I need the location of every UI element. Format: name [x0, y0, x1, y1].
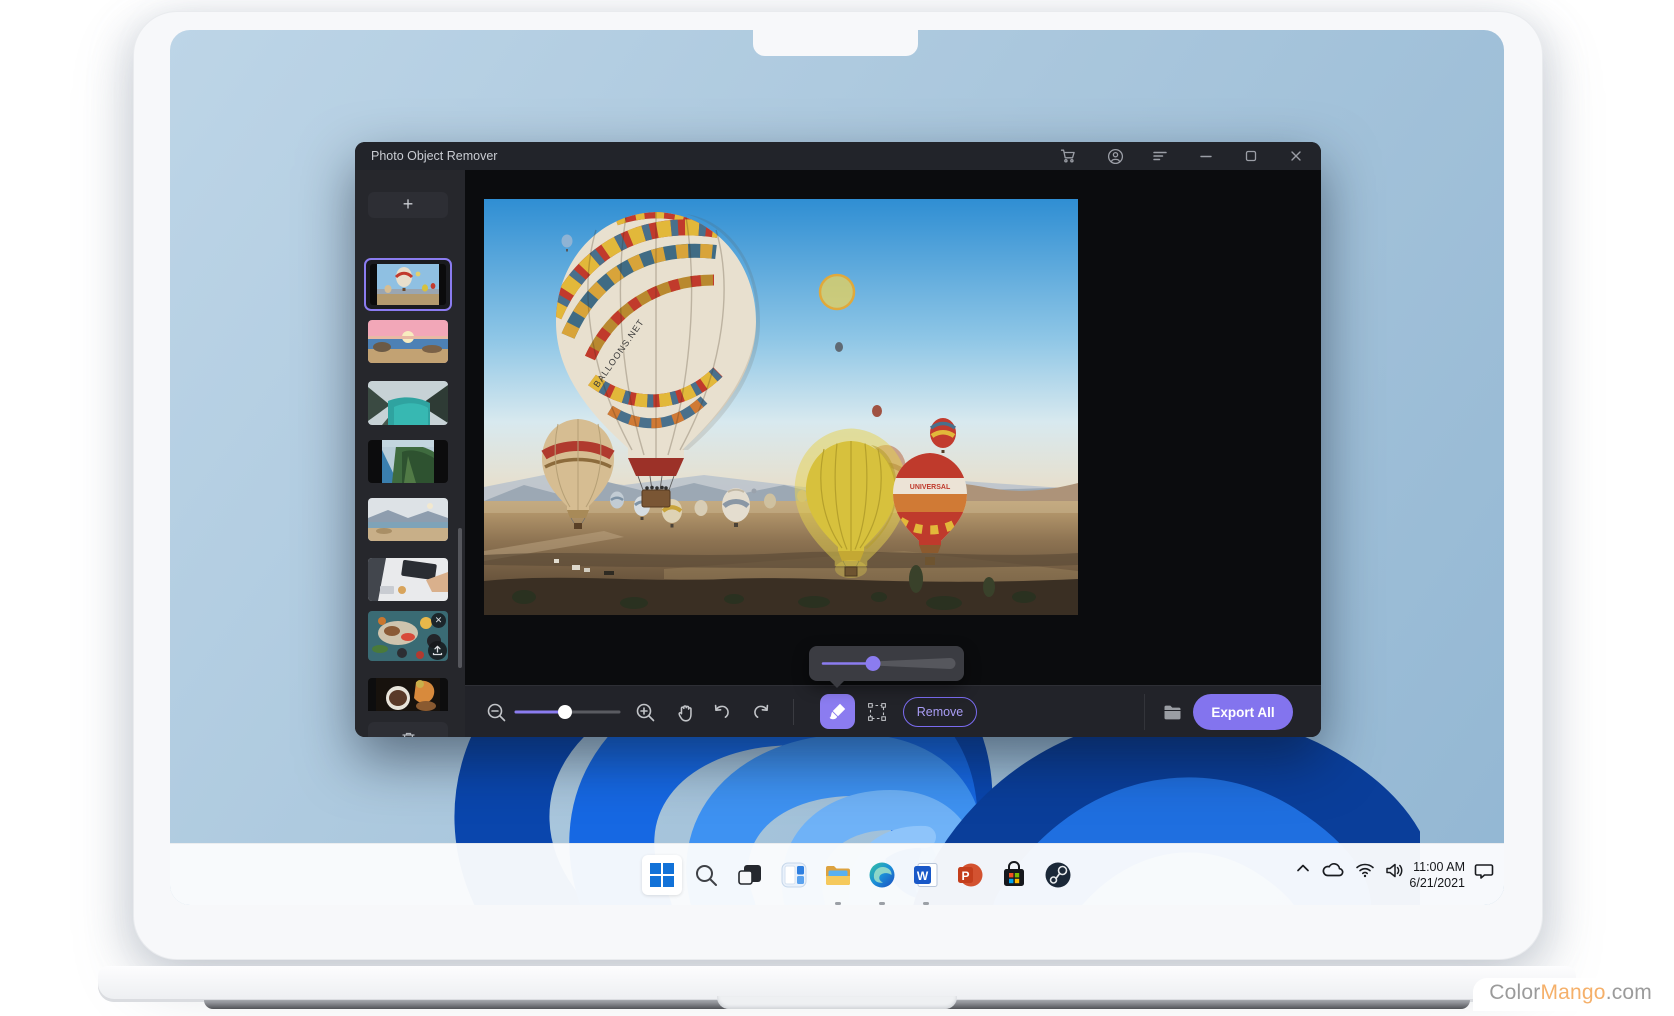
tray-time: 11:00 AM	[1390, 859, 1465, 875]
windows-taskbar: W P	[170, 843, 1504, 905]
microsoft-store-icon[interactable]	[994, 855, 1034, 895]
toolbar-divider	[793, 699, 794, 725]
remove-button[interactable]: Remove	[903, 697, 977, 727]
widgets-icon[interactable]	[774, 855, 814, 895]
zoom-slider[interactable]	[512, 701, 623, 723]
brush-tool-button[interactable]	[820, 694, 855, 729]
close-icon[interactable]	[1287, 147, 1305, 165]
delete-image-button[interactable]	[368, 722, 448, 737]
task-view-icon[interactable]	[730, 855, 770, 895]
svg-text:W: W	[917, 869, 929, 883]
onedrive-cloud-icon[interactable]	[1321, 862, 1345, 878]
minimize-icon[interactable]	[1197, 147, 1215, 165]
svg-text:P: P	[961, 869, 969, 883]
thumbnail-mountain-lake[interactable]	[368, 381, 448, 425]
thumbnail-food-bowl[interactable]	[368, 678, 448, 711]
zoom-in-icon[interactable]	[633, 700, 657, 724]
watermark-com: .com	[1606, 981, 1652, 1004]
taskbar-clock[interactable]: 11:00 AM 6/21/2021	[1390, 859, 1465, 891]
running-indicator-word	[923, 902, 929, 905]
universal-balloon-text: UNIVERSAL	[910, 484, 951, 491]
photo-object-remover-window: Photo Object Remover	[355, 142, 1321, 737]
marquee-select-icon[interactable]	[865, 701, 889, 723]
thumbnail-upload-icon[interactable]	[428, 641, 447, 660]
running-indicator-edge	[879, 902, 885, 905]
colormango-watermark: ColorMango.com	[1473, 978, 1666, 1011]
account-icon[interactable]	[1106, 147, 1124, 165]
tray-chevron-icon[interactable]	[1295, 862, 1311, 874]
window-title: Photo Object Remover	[371, 142, 497, 170]
watermark-color: Color	[1489, 981, 1540, 1004]
watermark-mango: Mango	[1540, 981, 1605, 1004]
powerpoint-icon[interactable]: P	[950, 855, 990, 895]
bottom-toolbar: Remove Export All	[465, 685, 1321, 737]
titlebar: Photo Object Remover	[355, 142, 1321, 170]
tooltip-pointer	[829, 680, 845, 688]
undo-icon[interactable]	[711, 700, 733, 724]
steam-icon[interactable]	[1038, 855, 1078, 895]
laptop-screen: Photo Object Remover	[170, 30, 1504, 905]
search-icon[interactable]	[686, 855, 726, 895]
thumbnail-sunset-beach[interactable]	[368, 320, 448, 363]
laptop-base-notch	[717, 996, 957, 1009]
balloon-photo[interactable]: BALLOONS.NET	[484, 199, 1078, 615]
brush-size-slider[interactable]	[809, 646, 964, 681]
wifi-icon[interactable]	[1355, 862, 1375, 878]
zoom-out-icon[interactable]	[484, 700, 508, 724]
brush-size-tooltip	[809, 646, 964, 681]
edge-icon[interactable]	[862, 855, 902, 895]
running-indicator-explorer	[835, 902, 841, 905]
redo-icon[interactable]	[749, 700, 771, 724]
cart-icon[interactable]	[1059, 147, 1077, 165]
thumbnail-food-platter[interactable]: ✕	[368, 611, 448, 661]
start-button[interactable]	[642, 855, 682, 895]
word-icon[interactable]: W	[906, 855, 946, 895]
thumbnail-hot-air-balloons[interactable]	[364, 258, 452, 311]
toolbar-section-divider	[1144, 694, 1145, 730]
sidebar-scrollbar[interactable]	[458, 528, 462, 668]
file-explorer-icon[interactable]	[818, 855, 858, 895]
thumbnail-desk-workspace[interactable]	[368, 558, 448, 601]
notification-icon[interactable]	[1474, 862, 1494, 880]
export-folder-icon[interactable]	[1160, 700, 1184, 724]
thumbnail-beach-landscape[interactable]	[368, 498, 448, 541]
mockup-stage: Photo Object Remover	[0, 0, 1674, 1016]
highlighted-sun[interactable]	[820, 275, 854, 309]
thumbnail-coastal-cliffs[interactable]	[368, 440, 448, 483]
menu-icon[interactable]	[1151, 147, 1169, 165]
export-all-button[interactable]: Export All	[1193, 694, 1293, 730]
add-image-button[interactable]: +	[368, 192, 448, 218]
thumbnail-close-icon[interactable]: ✕	[431, 613, 446, 628]
camera-notch	[753, 30, 918, 56]
hand-tool-icon[interactable]	[673, 699, 697, 725]
thumbnail-sidebar: +	[355, 170, 465, 737]
tray-date: 6/21/2021	[1390, 875, 1465, 891]
maximize-icon[interactable]	[1242, 147, 1260, 165]
